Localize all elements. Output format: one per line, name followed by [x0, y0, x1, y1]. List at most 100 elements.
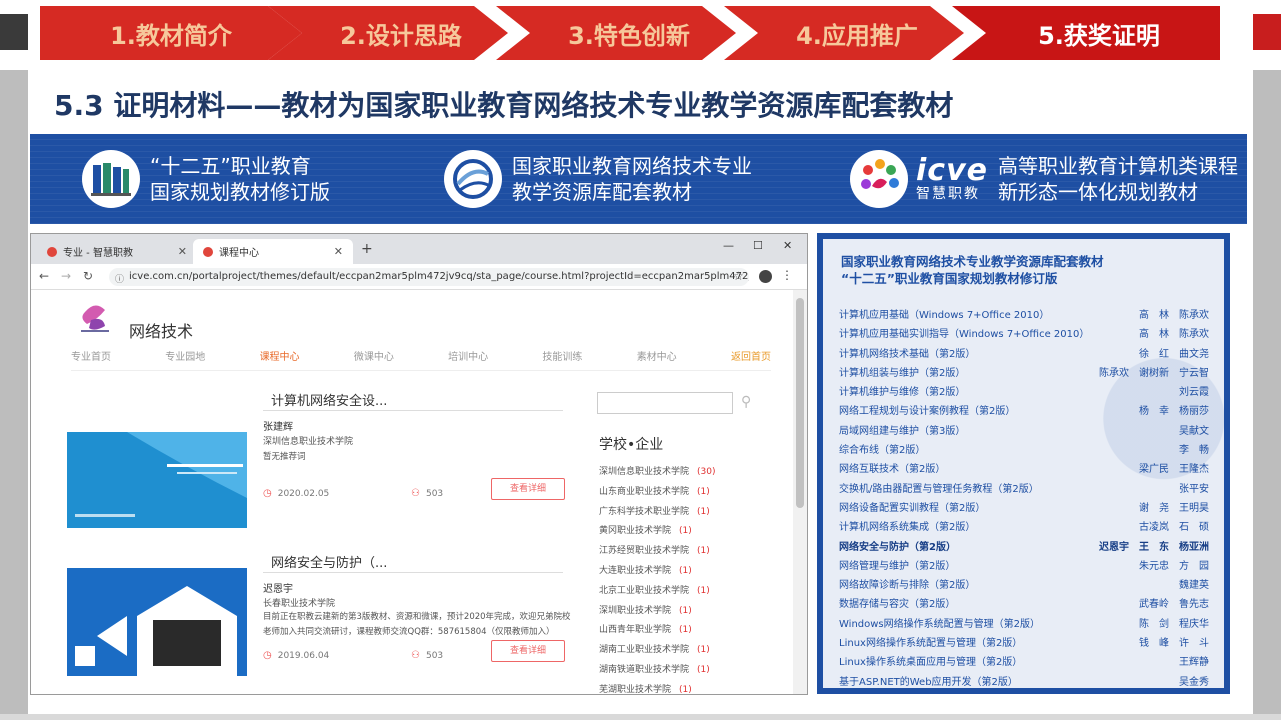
book-cover-image[interactable]	[67, 546, 247, 676]
site-logo-icon	[81, 305, 109, 332]
site-nav-training[interactable]: 培训中心	[448, 348, 488, 366]
school-count: (30)	[697, 467, 716, 477]
school-count: (1)	[697, 506, 710, 517]
tab-favicon-icon	[203, 246, 213, 257]
maximize-icon[interactable]: ☐	[753, 239, 763, 252]
site-nav-home[interactable]: 专业首页	[71, 348, 111, 366]
table-row: 计算机网络技术基础（第2版） 徐 红 曲文尧	[839, 342, 1209, 361]
course-title[interactable]: 计算机网络安全设...	[271, 390, 387, 409]
banner-1-line2: 国家规划教材修订版	[150, 180, 330, 204]
book-title: 交换机/路由器配置与管理任务教程（第2版）	[839, 483, 1039, 495]
list-item[interactable]: 山西青年职业学院 (1)	[599, 622, 779, 642]
school-count: (1)	[679, 625, 692, 636]
scrollbar-thumb[interactable]	[796, 298, 804, 508]
banner-1-line1: “十二五”职业教育	[150, 154, 311, 178]
step-5-active[interactable]: 5.获奖证明	[952, 6, 1220, 60]
reload-icon[interactable]: ↻	[83, 269, 93, 283]
browser-window: 专业 - 智慧职教 ✕ 课程中心 ✕ + — ☐ ✕ ← → ↻ ⓘ icve.…	[30, 233, 808, 695]
tab-1-label: 专业 - 智慧职教	[63, 248, 133, 259]
site-nav-divider	[71, 370, 771, 371]
book-title: 计算机维护与维修（第2版）	[839, 387, 966, 399]
book-title: 计算机网络系统集成（第2版）	[839, 522, 976, 534]
book-title: Linux网络操作系统配置与管理（第2版）	[839, 638, 1023, 650]
course-school: 长春职业技术学院	[263, 599, 336, 609]
bookmark-star-icon[interactable]: ☆	[733, 269, 744, 283]
step-3[interactable]: 3.特色创新	[496, 6, 736, 60]
book-authors: 吴献文	[1179, 425, 1209, 437]
banner: “十二五”职业教育 国家规划教材修订版 国家职业教育网络技术专业 教学资源库配套…	[30, 134, 1247, 224]
site-nav-return[interactable]: 返回首页	[731, 348, 771, 366]
book-authors: 张平安	[1179, 483, 1209, 495]
list-item[interactable]: 湖南工业职业技术学院 (1)	[599, 642, 779, 662]
close-icon[interactable]: ✕	[334, 245, 343, 258]
list-item[interactable]: 山东商业职业技术学院 (1)	[599, 484, 779, 504]
book-authors: 高 林 陈承欢	[1139, 329, 1209, 341]
banner-2-line2: 教学资源库配套教材	[512, 180, 692, 204]
info-icon[interactable]: ⓘ	[115, 271, 124, 286]
book-title: 综合布线（第2版）	[839, 445, 926, 457]
book-title: 计算机组装与维护（第2版）	[839, 367, 966, 379]
book-authors: 古凌岚 石 硕	[1139, 522, 1209, 534]
book-title: 网络互联技术（第2版）	[839, 464, 946, 476]
list-item[interactable]: 黄冈职业技术学院 (1)	[599, 523, 779, 543]
school-count: (1)	[679, 565, 692, 576]
site-nav-garden[interactable]: 专业园地	[165, 348, 205, 366]
browser-tab-2[interactable]: 课程中心 ✕	[193, 239, 353, 264]
search-icon[interactable]: ⚲	[741, 394, 751, 410]
site-nav-micro[interactable]: 微课中心	[354, 348, 394, 366]
step-1[interactable]: 1.教材简介	[40, 6, 302, 60]
table-row: 计算机网络系统集成（第2版） 古凌岚 石 硕	[839, 515, 1209, 534]
list-item[interactable]: 北京工业职业技术学院 (1)	[599, 583, 779, 603]
view-detail-button[interactable]: 查看详细	[491, 640, 565, 662]
site-nav-materials[interactable]: 素材中心	[637, 348, 677, 366]
banner-item-1: “十二五”职业教育 国家规划教材修订版	[82, 146, 330, 212]
search-input[interactable]	[597, 392, 733, 414]
book-authors: 李 畅	[1179, 445, 1209, 457]
menu-kebab-icon[interactable]: ⋮	[781, 268, 793, 282]
back-icon[interactable]: ←	[39, 269, 49, 283]
new-tab-icon[interactable]: +	[361, 241, 373, 257]
step-4[interactable]: 4.应用推广	[724, 6, 964, 60]
book-title: 网络管理与维护（第2版）	[839, 560, 956, 572]
window-close-icon[interactable]: ✕	[783, 239, 792, 252]
list-item[interactable]: 大连职业技术学院 (1)	[599, 563, 779, 583]
list-item[interactable]: 深圳职业技术学院 (1)	[599, 603, 779, 623]
table-row: 基于ASP.NET的Web应用开发（第2版） 吴金秀	[839, 670, 1209, 689]
table-row: 计算机维护与维修（第2版） 刘云霞	[839, 380, 1209, 399]
school-count: (1)	[697, 585, 710, 596]
textbook-list-panel: 国家职业教育网络技术专业教学资源库配套教材 “十二五”职业教育国家规划教材修订版…	[817, 233, 1230, 694]
book-cover-image[interactable]	[67, 408, 247, 538]
table-row-highlighted: 网络安全与防护（第2版） 迟恩宇 王 东 杨亚洲	[839, 535, 1209, 554]
close-icon[interactable]: ✕	[178, 245, 187, 258]
forward-icon[interactable]: →	[61, 269, 71, 283]
step-2[interactable]: 2.设计思路	[268, 6, 508, 60]
site-nav-courses[interactable]: 课程中心	[260, 348, 300, 366]
school-name: 黄冈职业技术学院	[599, 526, 672, 537]
address-bar: ← → ↻ ⓘ icve.com.cn/portalproject/themes…	[31, 264, 807, 290]
list-item[interactable]: 江苏经贸职业技术学院 (1)	[599, 543, 779, 563]
browser-tab-1[interactable]: 专业 - 智慧职教 ✕	[37, 239, 197, 264]
table-row: 网络工程规划与设计案例教程（第2版） 杨 幸 杨丽莎	[839, 399, 1209, 418]
course-divider	[263, 410, 563, 411]
list-item[interactable]: 芜湖职业技术学院 (1)	[599, 682, 779, 694]
list-item[interactable]: 湖南铁道职业技术学院 (1)	[599, 662, 779, 682]
school-name: 湖南铁道职业技术学院	[599, 664, 690, 675]
site-nav-skills[interactable]: 技能训练	[542, 348, 582, 366]
course-desc: 目前正在职教云建新的第3版教材、资源和微课，预计2020年完成，欢迎兄弟院校老师…	[263, 612, 571, 637]
vertical-scrollbar[interactable]	[793, 290, 807, 694]
book-title: 计算机网络技术基础（第2版）	[839, 348, 976, 360]
book-authors: 吴金秀	[1179, 676, 1209, 688]
view-detail-button[interactable]: 查看详细	[491, 478, 565, 500]
list-item[interactable]: 深圳信息职业技术学院 (30)	[599, 464, 779, 484]
book-bookshelf-icon	[82, 150, 140, 208]
course-title[interactable]: 网络安全与防护（...	[271, 552, 387, 571]
url-field[interactable]: ⓘ icve.com.cn/portalproject/themes/defau…	[109, 268, 749, 286]
book-title: 计算机应用基础（Windows 7+Office 2010）	[839, 310, 1050, 321]
banner-3-line2: 新形态一体化规划教材	[997, 180, 1198, 204]
list-item[interactable]: 广东科学技术职业学院 (1)	[599, 504, 779, 524]
banner-item-2: 国家职业教育网络技术专业 教学资源库配套教材	[444, 146, 752, 212]
profile-avatar-icon[interactable]	[759, 270, 772, 283]
course-author: 张建辉	[263, 422, 293, 433]
course-school: 深圳信息职业技术学院	[263, 437, 354, 447]
minimize-icon[interactable]: —	[723, 239, 734, 252]
